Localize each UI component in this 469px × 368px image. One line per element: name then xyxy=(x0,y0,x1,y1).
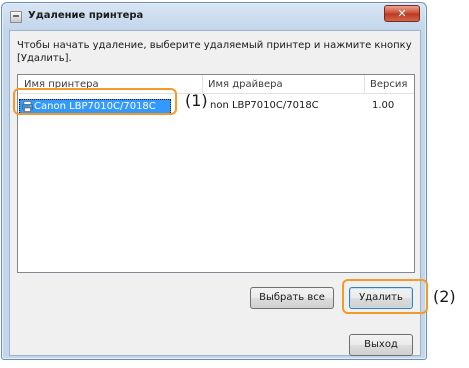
callout-label-1: (1) xyxy=(185,91,208,110)
close-icon: ✕ xyxy=(397,7,407,20)
instruction-text: Чтобы начать удаление, выберите удаляемы… xyxy=(17,40,412,64)
app-icon xyxy=(10,11,22,23)
exit-button[interactable]: Выход xyxy=(349,334,413,356)
close-button[interactable]: ✕ xyxy=(384,5,420,22)
column-divider[interactable] xyxy=(364,75,365,93)
version-cell: 1.00 xyxy=(372,100,395,111)
select-all-button[interactable]: Выбрать все xyxy=(250,287,334,309)
column-header-driver-name[interactable]: Имя драйвера xyxy=(208,79,283,90)
window-title: Удаление принтера xyxy=(28,10,144,21)
column-header-version[interactable]: Версия xyxy=(370,79,407,90)
callout-highlight-delete xyxy=(342,279,428,314)
callout-highlight-printer xyxy=(13,88,177,115)
driver-name-cell: non LBP7010C/7018C xyxy=(210,100,319,111)
title-bar[interactable]: Удаление принтера ✕ xyxy=(2,3,426,29)
callout-label-2: (2) xyxy=(433,287,456,306)
